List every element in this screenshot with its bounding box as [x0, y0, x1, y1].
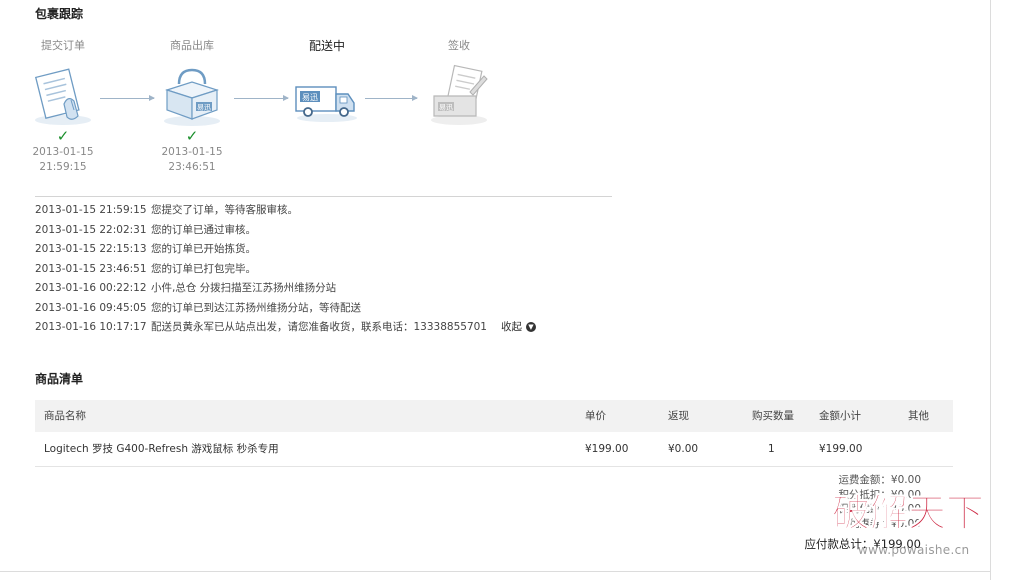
log-text: 您提交了订单，等待客服审核。	[151, 204, 298, 216]
step-date: 2013-01-15	[161, 146, 223, 158]
step-label: 商品出库	[170, 39, 214, 52]
divider	[35, 196, 612, 197]
log-row: 2013-01-15 22:15:13 您的订单已开始拣货。	[35, 243, 635, 263]
log-text: 您的订单已通过审核。	[151, 223, 256, 236]
step-date: 2013-01-15	[32, 146, 94, 158]
product-name-link[interactable]: Logitech 罗技 G400-Refresh 游戏鼠标 秒杀专用	[44, 442, 279, 456]
col-header-price: 单价	[585, 410, 606, 422]
step-time: 21:59:15	[39, 161, 87, 173]
step-time: 23:46:51	[168, 161, 216, 173]
step-submit-order: 提交订单 ✓ 2013-01-15 21:59:15	[0, 39, 128, 175]
log-row: 2013-01-16 10:17:17 配送员黄永军已从站点出发，请您准备收货，联…	[35, 321, 635, 341]
step-warehouse-out: 商品出库 易迅 ✓ 2013-01-15 23:46:51	[127, 39, 257, 175]
check-icon: ✓	[56, 127, 70, 145]
log-time: 2013-01-16 00:22:12	[35, 282, 147, 294]
col-header-rebate: 返现	[668, 410, 689, 422]
table-row: Logitech 罗技 G400-Refresh 游戏鼠标 秒杀专用 ¥199.…	[35, 432, 953, 467]
tracking-log: 2013-01-15 21:59:15 您提交了订单，等待客服审核。 2013-0…	[35, 204, 635, 341]
log-row: 2013-01-15 23:46:51 您的订单已打包完毕。	[35, 263, 635, 283]
watermark-logo: 破解天下	[832, 491, 985, 536]
watermark-url: www.powaishe.cn	[858, 543, 970, 557]
log-row: 2013-01-16 09:45:05 您的订单已到达江苏扬州维扬分站，等待配送	[35, 302, 635, 322]
col-header-other: 其他	[908, 410, 929, 422]
step-signed: 签收 易迅	[394, 39, 524, 128]
tracking-title: 包裹跟踪	[35, 7, 84, 21]
order-form-icon	[30, 62, 96, 128]
log-time: 2013-01-15 23:46:51	[35, 262, 147, 275]
log-text: 您的订单已开始拣货。	[151, 243, 256, 255]
log-time: 2013-01-15 22:02:31	[35, 223, 147, 236]
step-label: 提交订单	[41, 39, 85, 52]
step-label: 签收	[448, 39, 470, 52]
col-header-subtotal: 金额小计	[819, 410, 861, 422]
collapse-toggle[interactable]: 收起 ▼	[501, 321, 536, 333]
chevron-down-icon[interactable]: ▼	[525, 322, 536, 332]
package-icon: 易迅	[159, 62, 225, 128]
col-header-name: 商品名称	[44, 410, 86, 422]
sign-document-icon: 易迅	[426, 62, 492, 128]
log-time: 2013-01-16 10:17:17	[35, 321, 147, 333]
collapse-label[interactable]: 收起	[501, 321, 522, 333]
brand-mark: 易迅	[197, 104, 211, 112]
goods-table-header: 商品名称 单价 返现 购买数量 金额小计 其他	[35, 400, 953, 432]
col-header-qty: 购买数量	[752, 410, 794, 422]
shipping-amount: 运费金额：¥0.00	[838, 474, 921, 486]
log-time: 2013-01-16 09:45:05	[35, 301, 147, 314]
watermark-text: 破解天下	[832, 491, 984, 535]
log-time: 2013-01-15 22:15:13	[35, 243, 147, 255]
log-text: 小件,总仓 分拨扫描至江苏扬州维扬分站	[151, 282, 337, 294]
product-price: ¥199.00	[585, 443, 629, 455]
step-delivering: 配送中 易迅	[262, 39, 392, 128]
log-text: 配送员黄永军已从站点出发，请您准备收货，联系电话：13338855701	[151, 321, 487, 333]
log-text: 您的订单已打包完毕。	[151, 262, 256, 275]
log-text: 您的订单已到达江苏扬州维扬分站，等待配送	[151, 301, 361, 314]
log-row: 2013-01-15 21:59:15 您提交了订单，等待客服审核。	[35, 204, 635, 224]
brand-mark: 易迅	[439, 104, 453, 112]
goods-title: 商品清单	[35, 372, 84, 386]
brand-mark: 易迅	[302, 93, 318, 102]
log-time: 2013-01-15 21:59:15	[35, 204, 147, 216]
log-row: 2013-01-15 22:02:31 您的订单已通过审核。	[35, 224, 635, 244]
product-rebate: ¥0.00	[668, 443, 699, 455]
log-row: 2013-01-16 00:22:12 小件,总仓 分拨扫描至江苏扬州维扬分站	[35, 282, 635, 302]
check-icon: ✓	[185, 127, 199, 145]
truck-icon: 易迅	[294, 62, 360, 128]
product-subtotal: ¥199.00	[819, 443, 863, 455]
step-label: 配送中	[308, 39, 345, 53]
page-bottom-border	[0, 571, 990, 572]
product-qty: 1	[768, 443, 775, 455]
